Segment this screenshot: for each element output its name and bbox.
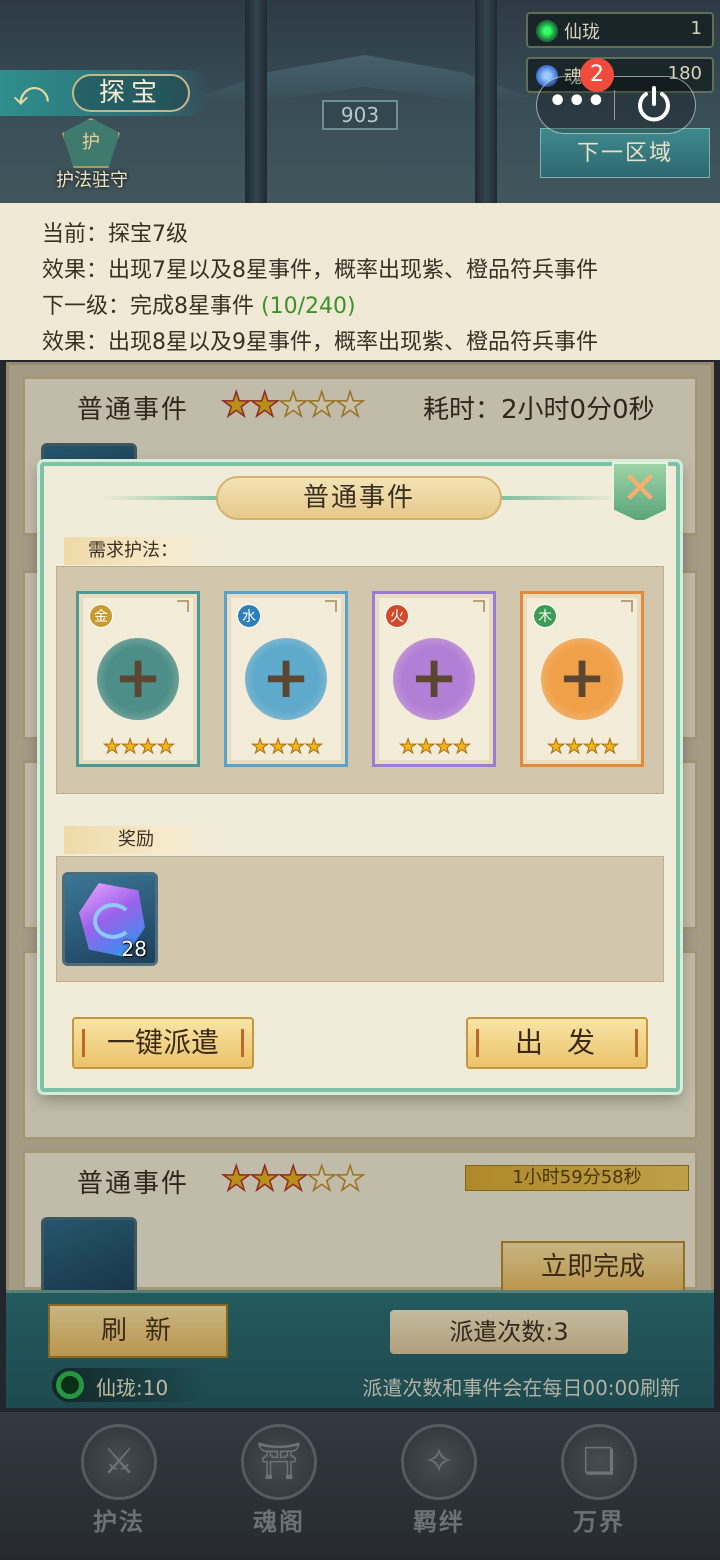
title-ornament (100, 496, 220, 500)
slot-star-requirement: ★★★★ (103, 734, 176, 759)
slot-star-requirement: ★★★★ (547, 734, 620, 759)
corner-ornament (473, 600, 485, 612)
guard-label[interactable]: 护法驻守 (40, 166, 144, 192)
nav-item-soul-pavilion[interactable]: ⛩ 魂阁 (224, 1424, 334, 1544)
next-level-progress: (10/240) (261, 294, 356, 319)
nav-label: 羁绊 (413, 1508, 465, 1536)
level-info-panel: 当前：探宝7级 效果：出现7星以及8星事件，概率出现紫、橙品符兵事件 下一级：完… (0, 203, 720, 360)
pillar (475, 0, 497, 205)
current-level: 当前：探宝7级 (42, 222, 188, 247)
corner-ornament (177, 600, 189, 612)
water-element-icon: 水 (237, 604, 261, 628)
metal-element-icon: 金 (89, 604, 113, 628)
page-title: 探宝 (72, 74, 190, 112)
guardian-slot-water[interactable]: 水 + ★★★★ (224, 591, 348, 767)
depart-button[interactable]: 出发 (466, 1017, 648, 1069)
sword-icon: ⚔ (81, 1424, 157, 1500)
next-zone-button[interactable]: 下一区域 (540, 128, 710, 178)
guardian-slot-fire[interactable]: 火 + ★★★★ (372, 591, 496, 767)
guardian-slot-metal[interactable]: 金 + ★★★★ (76, 591, 200, 767)
corner-ornament (325, 600, 337, 612)
nav-label: 护法 (93, 1508, 145, 1536)
add-guardian-icon[interactable]: + (97, 638, 179, 720)
next-level: 下一级：完成8星事件 (10/240) (42, 289, 720, 325)
slot-star-requirement: ★★★★ (399, 734, 472, 759)
pavilion-icon: ⛩ (241, 1424, 317, 1500)
auto-dispatch-button[interactable]: 一键派遣 (72, 1017, 254, 1069)
next-level-label: 下一级：完成8星事件 (42, 294, 261, 319)
dialog-title: 普通事件 (216, 476, 502, 520)
nav-item-bond[interactable]: ✧ 羁绊 (384, 1424, 494, 1544)
pillar (245, 0, 267, 205)
resource-box-xianlong: 仙珑 1 (526, 12, 714, 48)
resource-value: 1 (690, 18, 702, 39)
nav-item-realms[interactable]: ❏ 万界 (544, 1424, 654, 1544)
wood-element-icon: 木 (533, 604, 557, 628)
notification-badge: 2 (580, 58, 614, 92)
title-ornament (500, 496, 620, 500)
resource-name: 仙珑 (564, 22, 600, 43)
add-guardian-icon[interactable]: + (245, 638, 327, 720)
add-guardian-icon[interactable]: + (541, 638, 623, 720)
book-icon: ❏ (561, 1424, 637, 1500)
reward-count: 28 (121, 937, 147, 961)
nav-label: 魂阁 (253, 1508, 305, 1536)
fire-element-icon: 火 (385, 604, 409, 628)
area-level-plate: 903 (322, 100, 398, 130)
next-effect: 效果：出现8星以及9星事件，概率出现紫、橙品符兵事件 (42, 330, 598, 355)
guardian-slot-wood[interactable]: 木 + ★★★★ (520, 591, 644, 767)
reward-label: 奖励 (64, 826, 214, 854)
bond-icon: ✧ (401, 1424, 477, 1500)
add-guardian-icon[interactable]: + (393, 638, 475, 720)
nav-item-guardian[interactable]: ⚔ 护法 (64, 1424, 174, 1544)
reward-item[interactable]: 28 (62, 872, 158, 966)
dragon-swirl-icon (93, 903, 133, 939)
current-effect: 效果：出现7星以及8星事件，概率出现紫、橙品符兵事件 (42, 258, 598, 283)
power-icon[interactable] (630, 82, 678, 128)
nav-label: 万界 (573, 1508, 625, 1536)
jade-ring-icon (536, 20, 558, 42)
corner-ornament (621, 600, 633, 612)
required-guardians-label: 需求护法： (64, 537, 214, 565)
back-arrow-icon[interactable]: ⤺ (8, 76, 54, 112)
slot-star-requirement: ★★★★ (251, 734, 324, 759)
capsule-divider (614, 90, 615, 120)
